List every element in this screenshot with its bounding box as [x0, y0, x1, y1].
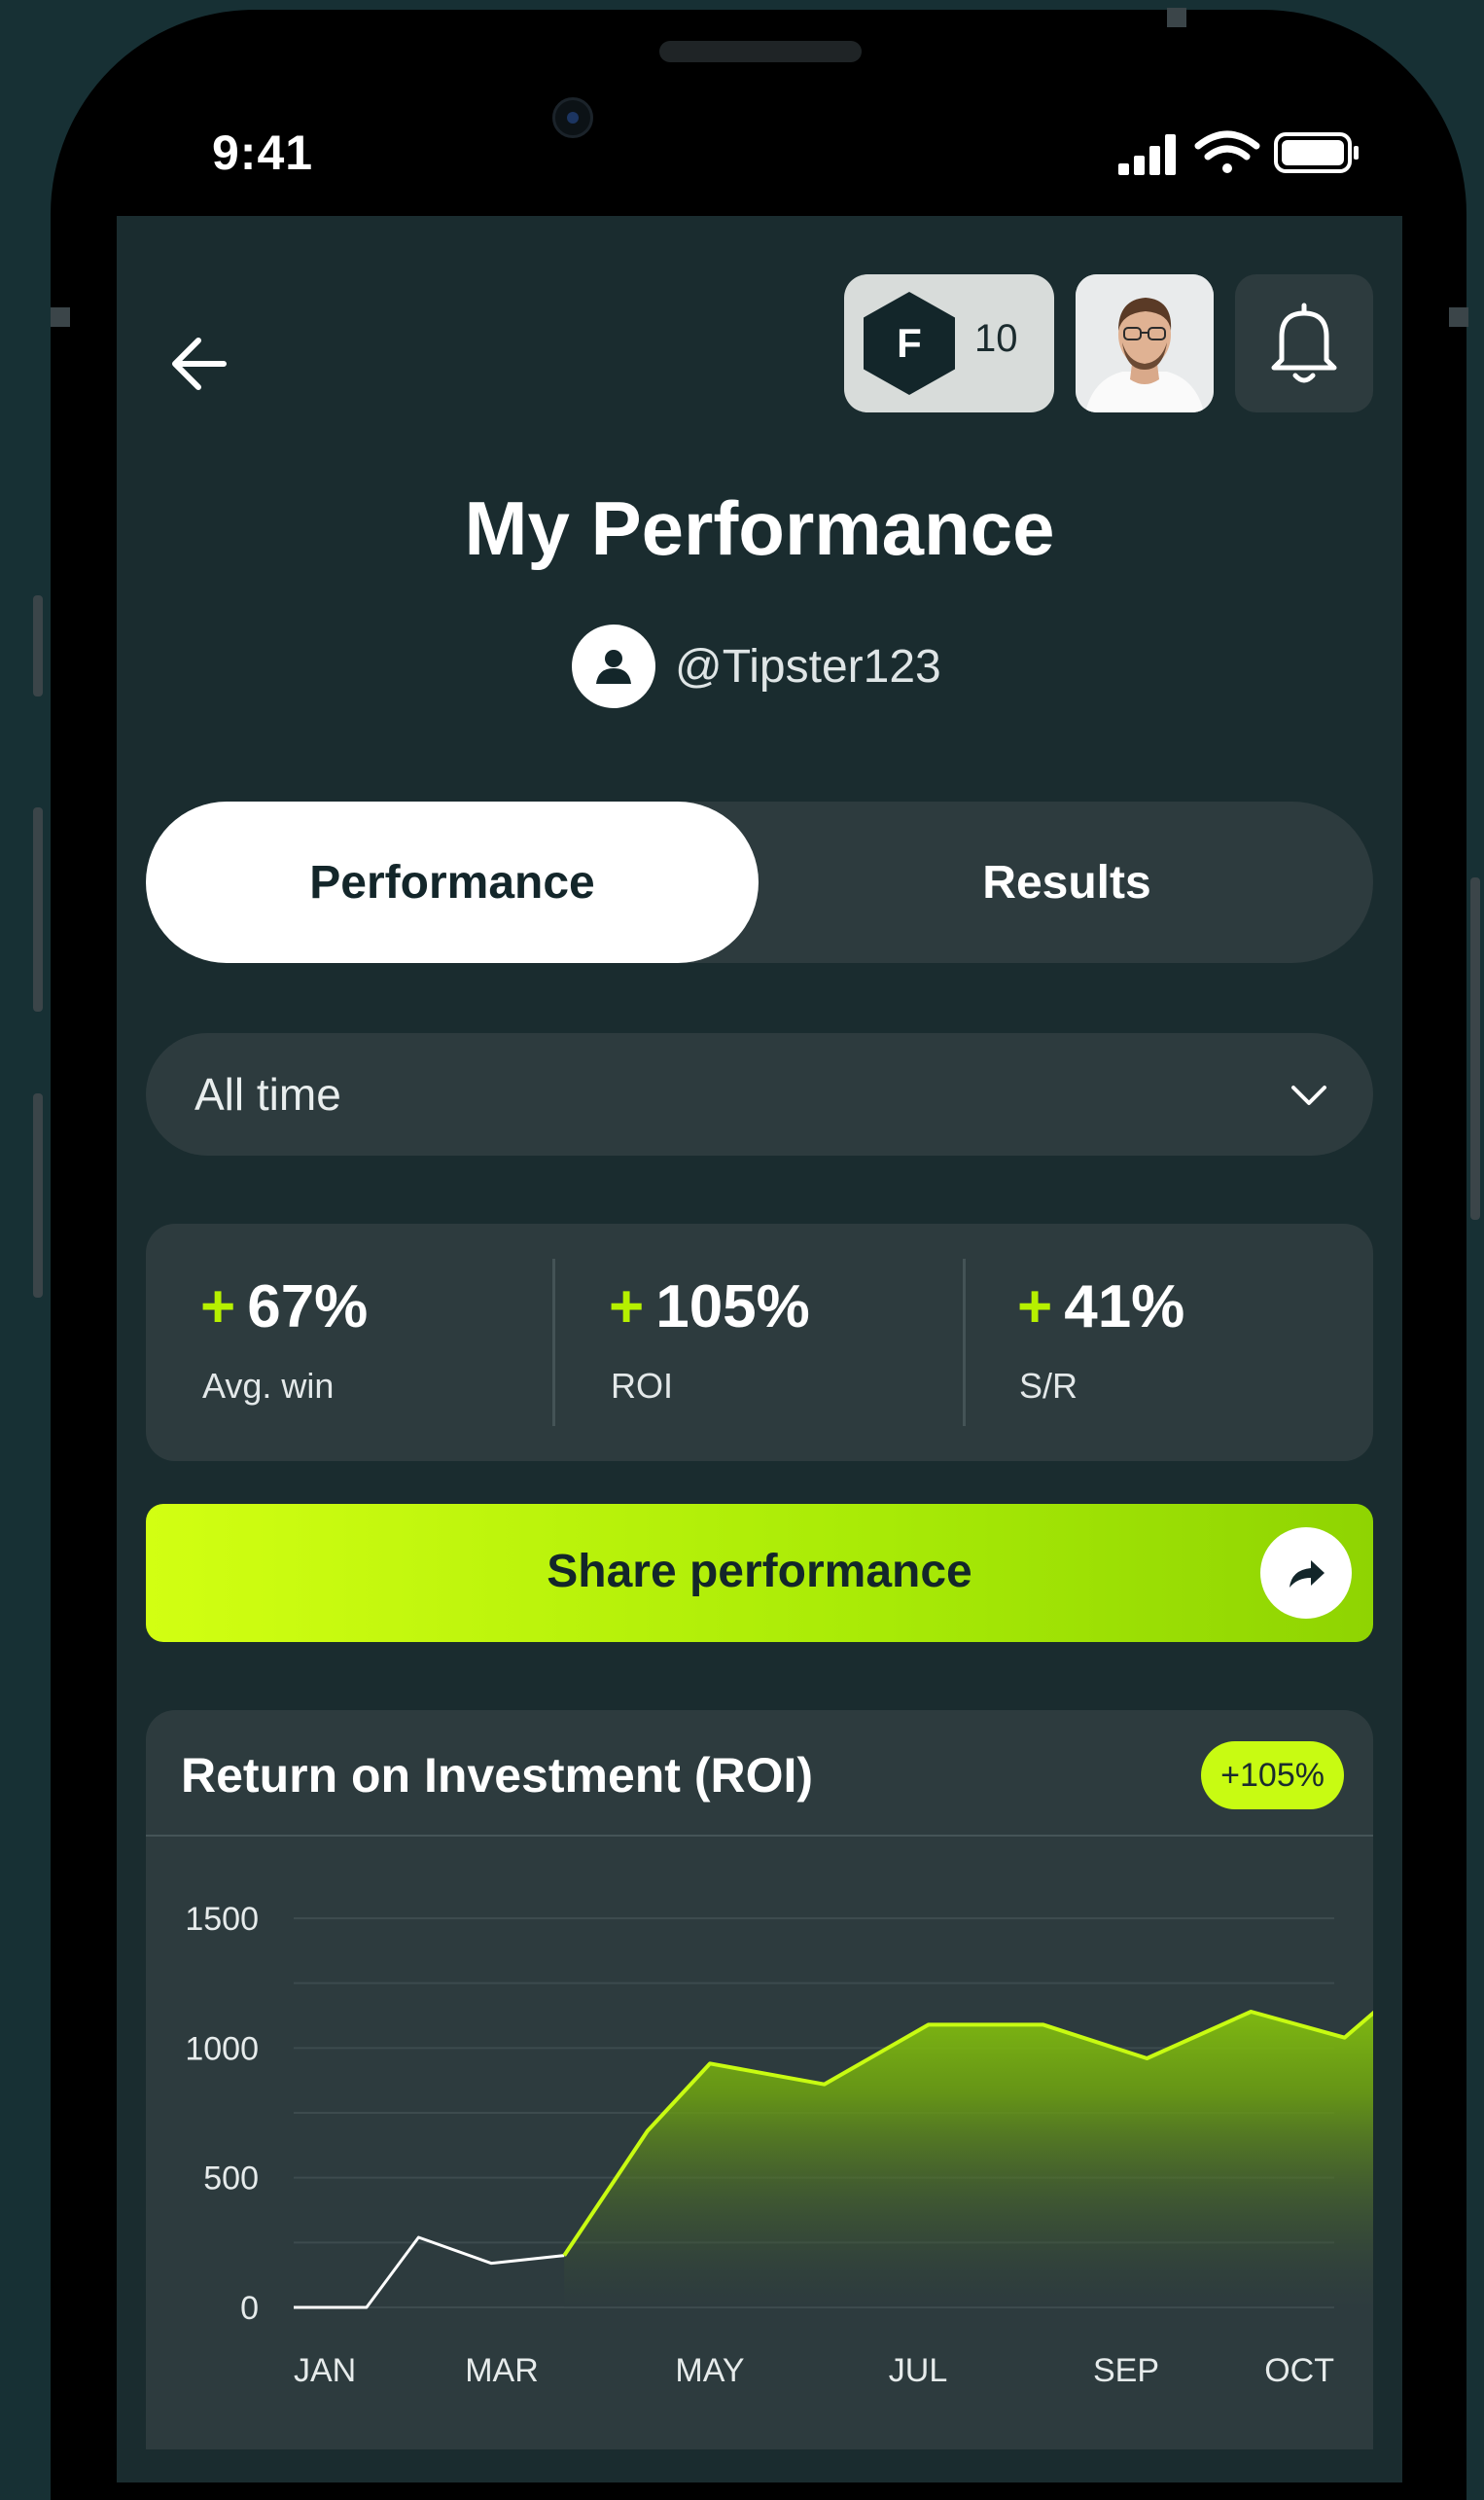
side-button-left-bottom	[33, 1093, 43, 1298]
username: @Tipster123	[675, 640, 941, 693]
chevron-down-icon	[1291, 1086, 1326, 1105]
user-handle-row: @Tipster123	[572, 625, 941, 708]
bell-icon	[1271, 303, 1337, 383]
stat-label: ROI	[611, 1366, 674, 1406]
wifi-icon	[1194, 130, 1260, 173]
y-tick-label: 1000	[185, 2030, 259, 2067]
x-tick-label: MAR	[465, 2352, 539, 2389]
stat-strike-rate: +41% S/R	[963, 1224, 1371, 1461]
frame-antenna-left	[51, 307, 70, 327]
stat-avg-win: +67% Avg. win	[146, 1224, 554, 1461]
profile-photo	[1076, 274, 1214, 412]
x-tick-label: OCT	[1264, 2352, 1334, 2389]
x-tick-label: JAN	[294, 2352, 356, 2389]
share-performance-button[interactable]: Share performance	[146, 1504, 1373, 1642]
stat-value: +41%	[1017, 1273, 1185, 1340]
side-button-left-mid	[33, 807, 43, 1012]
y-tick-label: 0	[240, 2290, 259, 2327]
status-icons	[1118, 130, 1359, 175]
roi-area	[564, 2012, 1373, 2307]
stat-value: +105%	[609, 1273, 810, 1340]
y-tick-label: 1500	[185, 1901, 259, 1938]
stat-label: S/R	[1019, 1366, 1078, 1406]
chart-title: Return on Investment (ROI)	[181, 1748, 814, 1803]
period-dropdown[interactable]: All time	[146, 1033, 1373, 1156]
speaker-grille	[659, 41, 862, 62]
tab-results[interactable]: Results	[760, 802, 1373, 963]
stat-roi: +105% ROI	[554, 1224, 963, 1461]
signal-icon	[1118, 134, 1176, 175]
stat-label: Avg. win	[202, 1366, 335, 1406]
roi-chart: 1500 1000 500 0 JAN MAR MAY JUL SEP OCT	[185, 1901, 1373, 2389]
avatar[interactable]	[1076, 274, 1214, 412]
share-icon	[1260, 1527, 1352, 1619]
side-button-right	[1470, 877, 1480, 1220]
points-count: 10	[974, 317, 1018, 360]
arrow-left-icon	[172, 338, 227, 390]
period-value: All time	[194, 1069, 341, 1120]
side-button-left-top	[33, 595, 43, 696]
back-button[interactable]	[156, 313, 253, 411]
notifications-button[interactable]	[1235, 274, 1373, 412]
roi-line-baseline	[294, 2235, 565, 2309]
points-badge[interactable]: F 10	[844, 274, 1054, 412]
stat-value: +67%	[200, 1273, 369, 1340]
user-icon	[572, 625, 655, 708]
x-tick-label: JUL	[889, 2352, 947, 2389]
status-bar: 9:41	[0, 0, 1484, 216]
front-camera	[552, 97, 593, 138]
frame-antenna-right	[1449, 307, 1468, 327]
tab-bar: Performance Results	[146, 802, 1373, 963]
battery-icon	[1274, 132, 1359, 173]
stats-card: +67% Avg. win +105% ROI +41% S/R	[146, 1224, 1373, 1461]
x-tick-label: SEP	[1093, 2352, 1159, 2389]
app-screen: F 10 My Performance @Tipster123 Performa…	[117, 216, 1402, 2482]
roi-chart-card: Return on Investment (ROI) +105% 1500 100…	[146, 1710, 1373, 2449]
page-title: My Performance	[464, 485, 1055, 571]
tab-performance[interactable]: Performance	[146, 802, 759, 963]
status-time: 9:41	[212, 125, 314, 180]
share-label: Share performance	[547, 1546, 972, 1597]
hexagon-badge-icon: F	[864, 292, 955, 395]
y-tick-label: 500	[203, 2161, 259, 2197]
roi-badge: +105%	[1201, 1741, 1344, 1809]
x-tick-label: MAY	[675, 2352, 744, 2389]
